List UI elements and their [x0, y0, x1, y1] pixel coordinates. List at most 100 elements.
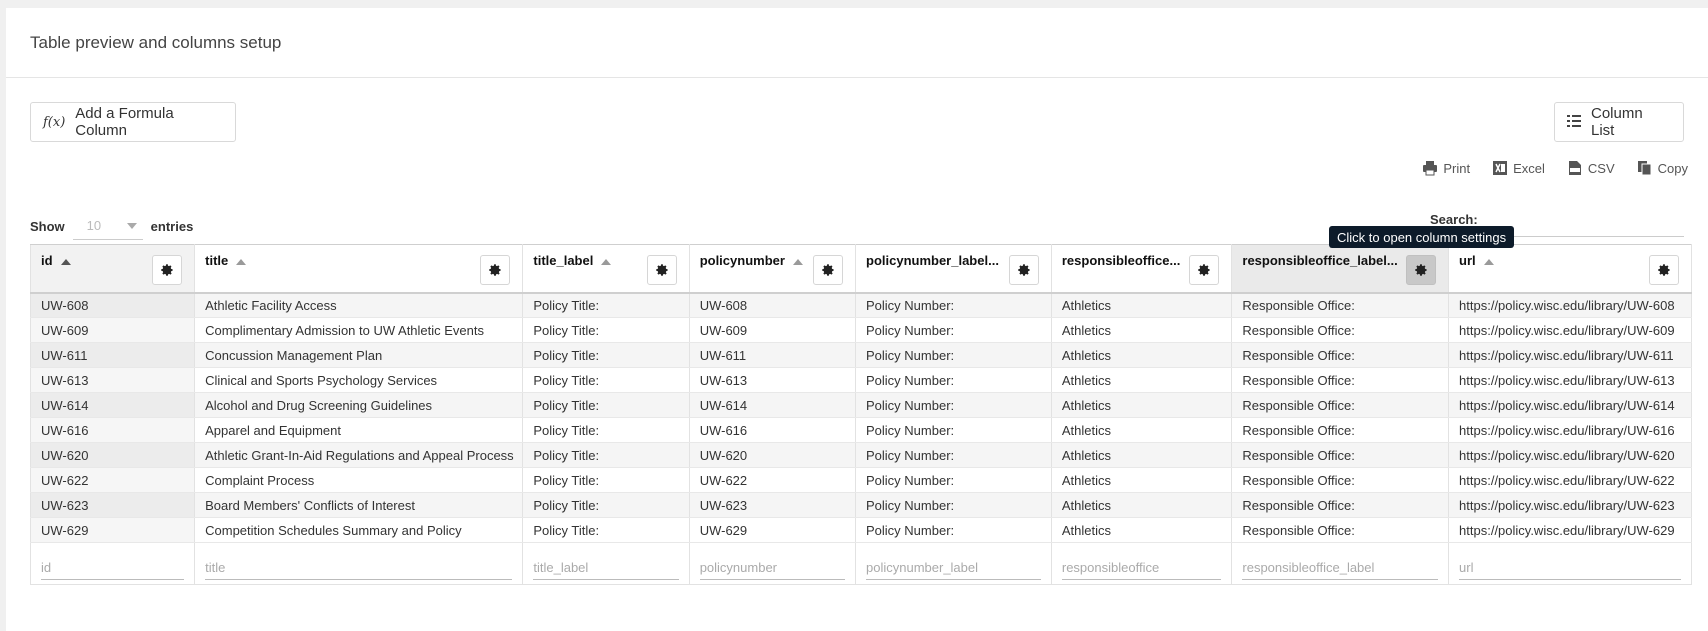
table-row[interactable]: UW-614 Alcohol and Drug Screening Guideli… [29, 392, 1692, 418]
url-link[interactable]: https://policy.wisc.edu/library/UW-611 [1448, 342, 1692, 368]
table-cell: UW-613 [688, 367, 857, 393]
column-settings-button[interactable] [152, 255, 183, 285]
table-cell: Athletics [1050, 367, 1233, 393]
table-row[interactable]: UW-608 Athletic Facility Access Policy Tit… [29, 292, 1692, 318]
url-link[interactable]: https://policy.wisc.edu/library/UW-616 [1448, 417, 1692, 443]
column-settings-button[interactable] [1008, 255, 1039, 285]
column-settings-button[interactable] [1649, 255, 1679, 285]
table-cell: Responsible Office: [1231, 492, 1450, 518]
table-cell: Athletic Facility Access [194, 292, 524, 318]
url-link[interactable]: https://policy.wisc.edu/library/UW-623 [1448, 492, 1692, 518]
filter-cell: policynumber [688, 542, 857, 585]
table-row[interactable]: UW-613 Clinical and Sports Psychology Ser… [29, 367, 1692, 393]
gear-icon [1658, 264, 1670, 276]
table-cell: Responsible Office: [1231, 317, 1450, 343]
url-link[interactable]: https://policy.wisc.edu/library/UW-622 [1448, 467, 1692, 493]
table-cell: Policy Title: [522, 442, 690, 468]
table-cell: Responsible Office: [1231, 417, 1450, 443]
table-cell: Athletics [1050, 467, 1233, 493]
column-header-4[interactable]: policynumber_label... [855, 244, 1052, 294]
column-filter-input[interactable]: policynumber [699, 548, 845, 580]
table-row[interactable]: UW-622 Complaint Process Policy Title: UW-6… [29, 467, 1692, 493]
csv-button[interactable]: CSV [1567, 160, 1615, 176]
table-setup-panel: Table preview and columns setup f(x) Add… [6, 8, 1708, 631]
add-formula-column-button[interactable]: f(x) Add a Formula Column [30, 102, 236, 142]
url-link[interactable]: https://policy.wisc.edu/library/UW-613 [1448, 367, 1692, 393]
column-filter-input[interactable]: id [41, 548, 185, 580]
filter-cell: policynumber_label [855, 542, 1052, 585]
table-cell: Athletics [1050, 392, 1233, 418]
url-link[interactable]: https://policy.wisc.edu/library/UW-620 [1448, 442, 1692, 468]
column-filter-input[interactable]: url [1459, 548, 1681, 580]
url-link[interactable]: https://policy.wisc.edu/library/UW-629 [1448, 517, 1692, 543]
table-cell: UW-616 [688, 417, 857, 443]
page-length-select[interactable]: 10 [72, 212, 143, 240]
table-cell: Concussion Management Plan [194, 342, 524, 368]
table-cell: UW-613 [29, 367, 196, 393]
column-filter-input[interactable]: title [205, 548, 513, 580]
table-cell: Policy Title: [522, 392, 690, 418]
table-cell: Athletics [1050, 492, 1233, 518]
column-filter-input[interactable]: responsibleoffice_label [1242, 548, 1439, 580]
column-header-5[interactable]: responsibleoffice... [1050, 244, 1233, 294]
table-cell: Policy Number: [855, 317, 1052, 343]
gear-icon [489, 264, 501, 276]
column-settings-button[interactable] [1406, 255, 1437, 285]
table-cell: Responsible Office: [1231, 442, 1450, 468]
entries-label: entries [150, 218, 194, 234]
column-filter-input[interactable]: responsibleoffice [1061, 548, 1222, 580]
table-cell: Policy Title: [522, 467, 690, 493]
print-label: Print [1443, 160, 1471, 176]
table-cell: UW-611 [29, 342, 196, 368]
table-row[interactable]: UW-620 Athletic Grant-In-Aid Regulations … [29, 442, 1692, 468]
csv-label: CSV [1587, 160, 1615, 176]
table-row[interactable]: UW-623 Board Members' Conflicts of Intere… [29, 492, 1692, 518]
column-header-1[interactable]: title [194, 244, 524, 294]
print-icon [1423, 161, 1438, 176]
table-cell: Policy Number: [855, 442, 1052, 468]
column-filter-input[interactable]: title_label [533, 548, 679, 580]
table-cell: Responsible Office: [1231, 292, 1450, 318]
table-cell: Competition Schedules Summary and Policy [194, 517, 524, 543]
excel-button[interactable]: Excel [1492, 160, 1545, 176]
table-cell: Policy Number: [855, 492, 1052, 518]
table-cell: UW-622 [688, 467, 857, 493]
column-header-7[interactable]: url [1448, 244, 1692, 294]
column-list-button[interactable]: Column List [1554, 102, 1684, 142]
list-icon [1567, 114, 1581, 131]
table-cell: Policy Number: [855, 367, 1052, 393]
table-row[interactable]: UW-611 Concussion Management Plan Policy T… [29, 342, 1692, 368]
url-link[interactable]: https://policy.wisc.edu/library/UW-614 [1448, 392, 1692, 418]
print-button[interactable]: Print [1422, 160, 1470, 176]
panel-title: Table preview and columns setup [30, 32, 282, 52]
table-row[interactable]: UW-609 Complimentary Admission to UW Athl… [29, 317, 1692, 343]
table-body: UW-608 Athletic Facility Access Policy Tit… [29, 292, 1692, 543]
column-header-2[interactable]: title_label [522, 244, 690, 294]
filter-cell: url [1448, 542, 1692, 585]
gear-icon [655, 264, 668, 276]
url-link[interactable]: https://policy.wisc.edu/library/UW-609 [1448, 317, 1692, 343]
table-cell: Policy Title: [522, 517, 690, 543]
table-cell: UW-623 [688, 492, 857, 518]
column-settings-button[interactable] [646, 255, 677, 285]
column-header-label: responsibleoffice... [1061, 253, 1181, 268]
table-cell: Policy Title: [522, 342, 690, 368]
table-cell: UW-620 [29, 442, 196, 468]
column-header-0[interactable]: id [29, 244, 196, 294]
copy-button[interactable]: Copy [1637, 160, 1688, 176]
gear-icon [822, 264, 834, 276]
url-link[interactable]: https://policy.wisc.edu/library/UW-608 [1448, 292, 1692, 318]
column-header-3[interactable]: policynumber [688, 244, 857, 294]
column-settings-button[interactable] [813, 255, 843, 285]
sort-ascending-icon [236, 259, 247, 265]
excel-label: Excel [1513, 160, 1545, 176]
column-filter-input[interactable]: policynumber_label [866, 548, 1041, 580]
table-cell: Responsible Office: [1231, 367, 1450, 393]
gear-icon [1415, 264, 1427, 276]
column-settings-button[interactable] [480, 255, 511, 285]
column-settings-button[interactable] [1189, 255, 1220, 285]
table-row[interactable]: UW-629 Competition Schedules Summary and … [29, 517, 1692, 543]
column-header-6[interactable]: responsibleoffice_label... [1231, 244, 1450, 294]
copy-icon [1637, 161, 1652, 176]
table-row[interactable]: UW-616 Apparel and Equipment Policy Title:… [29, 417, 1692, 443]
